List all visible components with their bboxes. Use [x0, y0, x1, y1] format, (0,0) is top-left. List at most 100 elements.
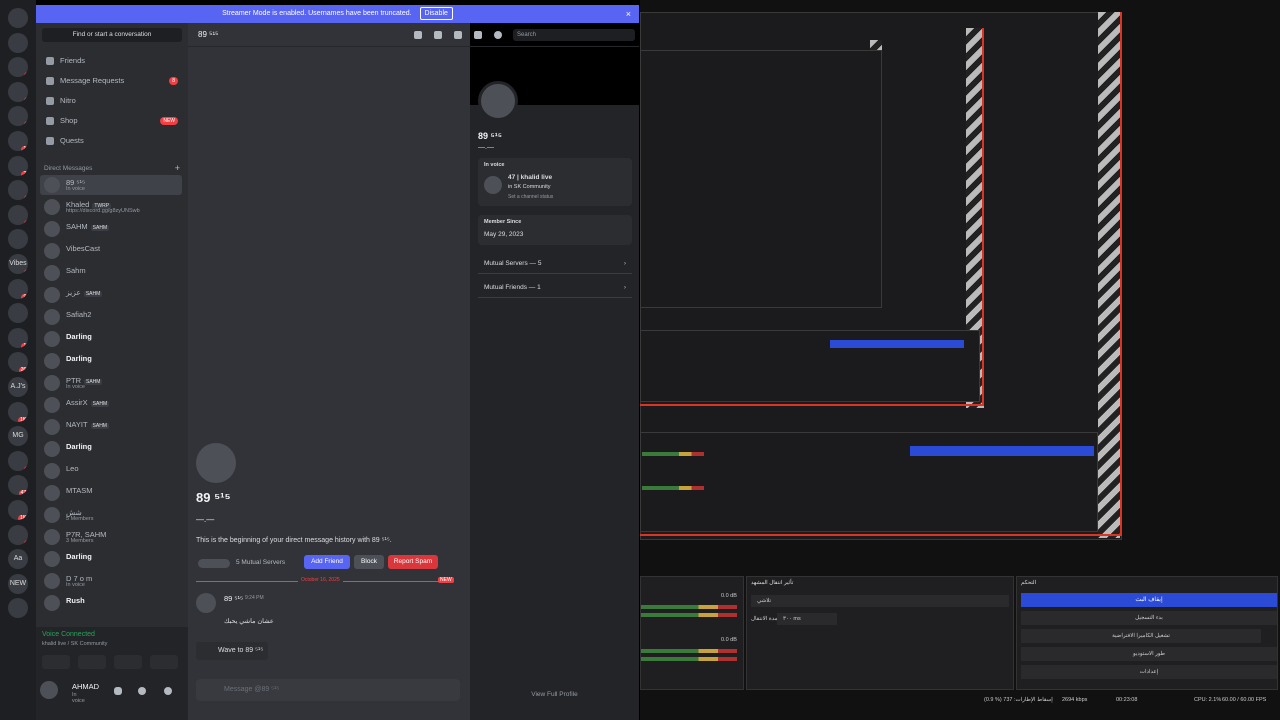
report-spam-button[interactable]: Report Spam: [388, 555, 438, 569]
server-icon[interactable]: A.J's: [8, 377, 28, 397]
dm-item[interactable]: شش 5 Members: [40, 505, 182, 525]
server-icon[interactable]: [8, 598, 28, 619]
avatar[interactable]: [40, 681, 58, 699]
dm-item[interactable]: P7R, SAHM 3 Members: [40, 527, 182, 547]
stop-streaming-button[interactable]: إيقاف البث: [1021, 593, 1277, 607]
dock-title: التحكم: [1021, 580, 1037, 586]
server-icon[interactable]: 8: [8, 106, 28, 127]
settings-button[interactable]: إعدادات: [1021, 665, 1277, 679]
in-voice-card[interactable]: In voice 47 | khalid live in SK Communit…: [478, 158, 632, 206]
virtual-camera-button[interactable]: تشغيل الكاميرا الافتراضية: [1021, 629, 1261, 643]
server-icon[interactable]: MG: [8, 426, 28, 447]
dm-item[interactable]: AssirX SAHM: [40, 395, 182, 415]
activity-button[interactable]: [114, 655, 142, 669]
server-icon[interactable]: 264: [8, 352, 28, 373]
nav-item-quests[interactable]: Quests: [44, 133, 182, 149]
server-icon[interactable]: [8, 229, 28, 250]
server-icon[interactable]: 99: [8, 278, 28, 299]
transition-select[interactable]: تلاشي: [751, 595, 1009, 607]
dropped-frames: (0.9 %) 737 :إسقاط الإطارات: [984, 697, 1053, 703]
dm-item[interactable]: NAYIT SAHM: [40, 417, 182, 437]
soundboard-button[interactable]: [150, 655, 178, 669]
dm-item[interactable]: SAHM SAHM: [40, 219, 182, 239]
mic-icon[interactable]: [114, 687, 122, 695]
duration-input[interactable]: ٣٠٠ ms: [777, 613, 837, 625]
server-icon[interactable]: 10: [8, 131, 28, 151]
camera-button[interactable]: [42, 655, 70, 669]
block-button[interactable]: Block: [354, 555, 384, 569]
find-conversation-button[interactable]: Find or start a conversation: [42, 28, 182, 42]
screen-share-button[interactable]: [78, 655, 106, 669]
dm-item[interactable]: Sahm: [40, 263, 182, 283]
message-time: 9:24 PM: [245, 595, 264, 601]
server-icon[interactable]: [8, 303, 28, 324]
server-icon[interactable]: 1K+: [8, 401, 28, 422]
audio-mixer-dock: 0.0 dB 0.0 dB: [640, 576, 744, 690]
headphones-icon[interactable]: [138, 687, 146, 695]
nav-item-nitro[interactable]: Nitro: [44, 93, 182, 109]
mutual-friends-row[interactable]: Mutual Friends — 1 ›: [478, 278, 632, 298]
dm-item[interactable]: MTASM: [40, 483, 182, 503]
server-icon[interactable]: 4: [8, 180, 28, 201]
voice-channel[interactable]: khalid live / SK Community: [42, 641, 107, 647]
video-icon[interactable]: [434, 31, 442, 39]
dm-item[interactable]: عزيز SAHM: [40, 285, 182, 305]
server-icon[interactable]: [8, 32, 28, 53]
dm-name: VibesCast: [66, 244, 100, 253]
start-recording-button[interactable]: بدء التسجيل: [1021, 611, 1277, 625]
dm-item[interactable]: Leo: [40, 461, 182, 481]
server-icon[interactable]: 479: [8, 475, 28, 496]
message-input[interactable]: Message @89 ⁵¹⁵: [196, 679, 460, 701]
server-icon[interactable]: 1K+: [8, 500, 28, 520]
server-icon[interactable]: 1: [8, 204, 28, 225]
voice-status-text[interactable]: Set a channel status: [508, 194, 553, 200]
nav-item-message-requests[interactable]: Message Requests 8: [44, 73, 182, 89]
avatar[interactable]: [196, 593, 216, 613]
server-icon[interactable]: 19: [8, 327, 28, 348]
server-tag: SAHM: [90, 423, 109, 429]
profile-icon[interactable]: [494, 31, 502, 39]
dm-item[interactable]: 89 ⁵¹⁵ In voice: [40, 175, 182, 195]
dm-item[interactable]: Darling: [40, 549, 182, 569]
nav-item-friends[interactable]: Friends: [44, 53, 182, 69]
disable-button[interactable]: Disable: [419, 7, 453, 20]
server-icon[interactable]: 2: [8, 524, 28, 545]
dm-name: Sahm: [66, 266, 86, 275]
message-author[interactable]: 89 ⁵¹⁵: [224, 594, 243, 603]
server-icon[interactable]: 1: [8, 450, 28, 471]
call-icon[interactable]: [414, 31, 422, 39]
mutual-servers-link[interactable]: 5 Mutual Servers: [236, 559, 285, 566]
dm-item[interactable]: Darling: [40, 329, 182, 349]
wave-button[interactable]: Wave to 89 ⁵¹⁵: [196, 642, 268, 660]
dm-item[interactable]: PTR SAHM In voice: [40, 373, 182, 393]
dm-item[interactable]: Darling: [40, 351, 182, 371]
dm-item[interactable]: D 7 o m In voice: [40, 571, 182, 591]
server-icon[interactable]: 20: [8, 155, 28, 176]
server-icon[interactable]: Aa: [8, 549, 28, 570]
pin-icon[interactable]: [454, 31, 462, 39]
add-friends-icon[interactable]: [474, 31, 482, 39]
chevron-right-icon: ›: [623, 260, 626, 267]
dm-item[interactable]: Khaled TWRP https://discord.gg/g8zyUNSwb: [40, 197, 182, 217]
search-input[interactable]: Search: [513, 29, 635, 41]
dm-item[interactable]: Darling: [40, 439, 182, 459]
studio-mode-button[interactable]: طور الاستوديو: [1021, 647, 1277, 661]
gear-icon[interactable]: [164, 687, 172, 695]
dm-name-text: Safiah2: [66, 310, 92, 319]
close-icon[interactable]: ×: [626, 5, 631, 23]
dm-name: Safiah2: [66, 310, 91, 319]
view-full-profile-link[interactable]: View Full Profile: [470, 691, 639, 698]
server-icon[interactable]: 1: [8, 81, 28, 102]
dm-item[interactable]: Safiah2: [40, 307, 182, 327]
server-icon[interactable]: Vibes 1: [8, 254, 28, 274]
create-dm-icon[interactable]: +: [175, 163, 180, 173]
add-friend-button[interactable]: Add Friend: [304, 555, 350, 569]
server-icon[interactable]: NEW: [8, 573, 28, 594]
server-icon[interactable]: [8, 8, 28, 28]
mutual-servers-row[interactable]: Mutual Servers — 5 ›: [478, 254, 632, 274]
dm-item[interactable]: VibesCast: [40, 241, 182, 261]
server-icon[interactable]: 1: [8, 57, 28, 78]
dm-item[interactable]: Rush: [40, 593, 182, 613]
avatar[interactable]: [478, 81, 518, 121]
nav-item-shop[interactable]: Shop NEW: [44, 113, 182, 129]
